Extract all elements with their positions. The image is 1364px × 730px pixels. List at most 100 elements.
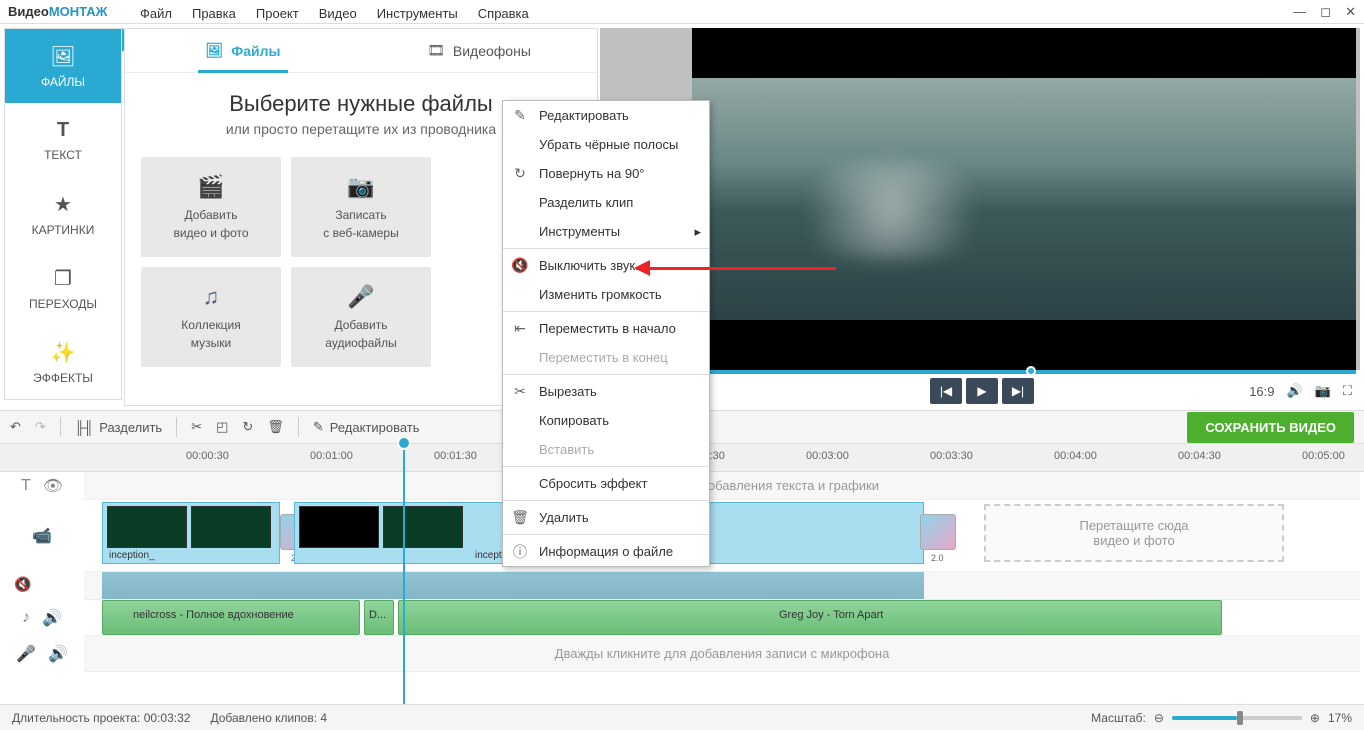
ctx-rotate[interactable]: ↻Повернуть на 90° bbox=[503, 159, 709, 188]
edit-button[interactable]: ✎ Редактировать bbox=[313, 419, 420, 435]
video-clip-1[interactable]: inception_ bbox=[102, 502, 280, 564]
ctx-split[interactable]: Разделить клип bbox=[503, 188, 709, 217]
ruler-tick: 00:04:00 bbox=[1054, 450, 1097, 462]
tab-label: Файлы bbox=[231, 43, 280, 59]
menu-edit[interactable]: Правка bbox=[192, 6, 236, 21]
trash-icon: 🗑 bbox=[511, 509, 529, 526]
aspect-ratio[interactable]: 16:9 bbox=[1249, 384, 1274, 399]
sidebar-item-text[interactable]: T ТЕКСТ bbox=[5, 103, 121, 177]
transitions-icon: ❐ bbox=[54, 266, 72, 291]
prev-button[interactable]: |◀ bbox=[930, 378, 962, 404]
text-track[interactable]: Дважды кликните для добавления текста и … bbox=[84, 472, 1360, 500]
image-icon: 🖼 bbox=[50, 44, 75, 69]
mute-icon[interactable]: 🔇 bbox=[14, 576, 31, 593]
eye-icon[interactable]: 👁 bbox=[43, 476, 63, 496]
speaker-icon[interactable]: 🔊 bbox=[42, 608, 62, 628]
mic-track-icon: 🎤 bbox=[16, 644, 36, 664]
ctx-paste: Вставить bbox=[503, 435, 709, 464]
menu-help[interactable]: Справка bbox=[478, 6, 529, 21]
ctx-remove-bars[interactable]: Убрать чёрные полосы bbox=[503, 130, 709, 159]
save-video-button[interactable]: СОХРАНИТЬ ВИДЕО bbox=[1187, 412, 1354, 443]
zoom-control: Масштаб: ⊖ ⊕ 17% bbox=[1091, 711, 1352, 725]
menu-tools[interactable]: Инструменты bbox=[377, 6, 458, 21]
sidebar-item-pictures[interactable]: ★ КАРТИНКИ bbox=[5, 177, 121, 251]
menu-project[interactable]: Проект bbox=[256, 6, 299, 21]
video-track[interactable]: inception_ 2.0 inception_trailer.mp4 2.0… bbox=[84, 500, 1360, 572]
ruler-tick: 00:00:30 bbox=[186, 450, 229, 462]
info-icon: ⓘ bbox=[511, 542, 529, 562]
sidebar-item-transitions[interactable]: ❐ ПЕРЕХОДЫ bbox=[5, 251, 121, 325]
card-music-library[interactable]: ♫ Коллекция музыки bbox=[141, 267, 281, 367]
window-controls: — ◻ ✕ bbox=[1293, 4, 1356, 20]
ctx-move-start[interactable]: ⇤Переместить в начало bbox=[503, 314, 709, 343]
track-head-text: T 👁 bbox=[0, 472, 84, 500]
zoom-in-button[interactable]: ⊕ bbox=[1310, 711, 1320, 725]
video-track-icon: 📹 bbox=[32, 526, 52, 546]
split-button[interactable]: ╟╢ Разделить bbox=[75, 420, 162, 435]
ctx-mute[interactable]: 🔇Выключить звук bbox=[503, 251, 709, 280]
delete-button[interactable]: 🗑 bbox=[267, 419, 284, 435]
playback-buttons: |◀ ▶ ▶| bbox=[930, 378, 1034, 404]
card-line2: с веб-камеры bbox=[323, 226, 398, 240]
zoom-slider[interactable] bbox=[1172, 716, 1302, 720]
status-bar: Длительность проекта: 00:03:32 Добавлено… bbox=[0, 704, 1364, 730]
next-button[interactable]: ▶| bbox=[1002, 378, 1034, 404]
tab-files[interactable]: 🖼 Файлы bbox=[125, 29, 361, 72]
zoom-out-button[interactable]: ⊖ bbox=[1154, 711, 1164, 725]
mic-track[interactable]: Дважды кликните для добавления записи с … bbox=[84, 636, 1360, 672]
ctx-edit[interactable]: ✎Редактировать bbox=[503, 101, 709, 130]
menu-bar: Файл Правка Проект Видео Инструменты Спр… bbox=[0, 2, 547, 24]
text-icon: T bbox=[57, 119, 69, 142]
sidebar-item-files[interactable]: 🖼 ФАЙЛЫ bbox=[5, 29, 121, 103]
ruler-tick: 00:03:00 bbox=[806, 450, 849, 462]
left-sidebar: 🖼 ФАЙЛЫ T ТЕКСТ ★ КАРТИНКИ ❐ ПЕРЕХОДЫ ✨ … bbox=[4, 28, 122, 400]
playhead[interactable] bbox=[403, 444, 405, 704]
card-line1: Добавить bbox=[334, 318, 387, 332]
crop-button[interactable]: ◰ bbox=[216, 419, 228, 435]
snapshot-icon[interactable]: 📷 bbox=[1315, 383, 1331, 399]
menu-video[interactable]: Видео bbox=[319, 6, 357, 21]
ruler-tick: 00:01:30 bbox=[434, 450, 477, 462]
ctx-reset-effect[interactable]: Сбросить эффект bbox=[503, 469, 709, 498]
play-button[interactable]: ▶ bbox=[966, 378, 998, 404]
menu-file[interactable]: Файл bbox=[140, 6, 172, 21]
split-icon: ╟╢ bbox=[75, 420, 93, 435]
transition-thumb-2[interactable]: 2.0 bbox=[920, 514, 956, 550]
close-icon[interactable]: ✕ bbox=[1345, 4, 1356, 20]
volume-icon[interactable]: 🔊 bbox=[1287, 383, 1303, 399]
video-dropzone[interactable]: Перетащите сюда видео и фото bbox=[984, 504, 1284, 562]
sidebar-label: КАРТИНКИ bbox=[32, 223, 95, 237]
fullscreen-icon[interactable]: ⛶ bbox=[1343, 383, 1352, 399]
minimize-icon[interactable]: — bbox=[1293, 4, 1306, 20]
undo-button[interactable]: ↶ bbox=[10, 419, 21, 435]
project-duration: Длительность проекта: 00:03:32 bbox=[12, 711, 190, 725]
track-placeholder: Дважды кликните для добавления записи с … bbox=[555, 646, 890, 661]
clip-audio-waveform[interactable] bbox=[102, 572, 924, 599]
ctx-delete[interactable]: 🗑Удалить bbox=[503, 503, 709, 532]
video-audio-track[interactable]: 🔇 bbox=[84, 572, 1360, 600]
ctx-copy[interactable]: Копировать bbox=[503, 406, 709, 435]
ruler-tick: 00:01:00 bbox=[310, 450, 353, 462]
card-add-video[interactable]: 🎬 Добавить видео и фото bbox=[141, 157, 281, 257]
ctx-cut[interactable]: ✂Вырезать bbox=[503, 377, 709, 406]
music-track[interactable]: neilcross - Полное вдохновение D... Greg… bbox=[84, 600, 1360, 636]
cut-button[interactable]: ✂ bbox=[191, 419, 202, 435]
ctx-info[interactable]: ⓘИнформация о файле bbox=[503, 537, 709, 566]
card-line2: музыки bbox=[191, 336, 231, 350]
audio-clip-2[interactable]: Greg Joy - Torn Apart bbox=[398, 600, 1222, 635]
maximize-icon[interactable]: ◻ bbox=[1320, 4, 1331, 20]
effects-icon: ✨ bbox=[51, 340, 76, 365]
rotate-button[interactable]: ↻ bbox=[242, 419, 253, 435]
sidebar-item-effects[interactable]: ✨ ЭФФЕКТЫ bbox=[5, 325, 121, 399]
card-webcam[interactable]: 📷 Записать с веб-камеры bbox=[291, 157, 431, 257]
redo-button[interactable]: ↷ bbox=[35, 419, 46, 435]
card-add-audio[interactable]: 🎤 Добавить аудиофайлы bbox=[291, 267, 431, 367]
tab-backgrounds[interactable]: 🎞 Видеофоны bbox=[361, 29, 597, 72]
preview-video[interactable] bbox=[692, 28, 1356, 370]
audio-clip-1[interactable]: neilcross - Полное вдохновение bbox=[102, 600, 360, 635]
ctx-tools[interactable]: Инструменты▸ bbox=[503, 217, 709, 246]
ctx-volume[interactable]: Изменить громкость bbox=[503, 280, 709, 309]
split-label: Разделить bbox=[99, 420, 162, 435]
audio-clip-1b[interactable]: D... bbox=[364, 600, 394, 635]
speaker-icon[interactable]: 🔊 bbox=[48, 644, 68, 664]
